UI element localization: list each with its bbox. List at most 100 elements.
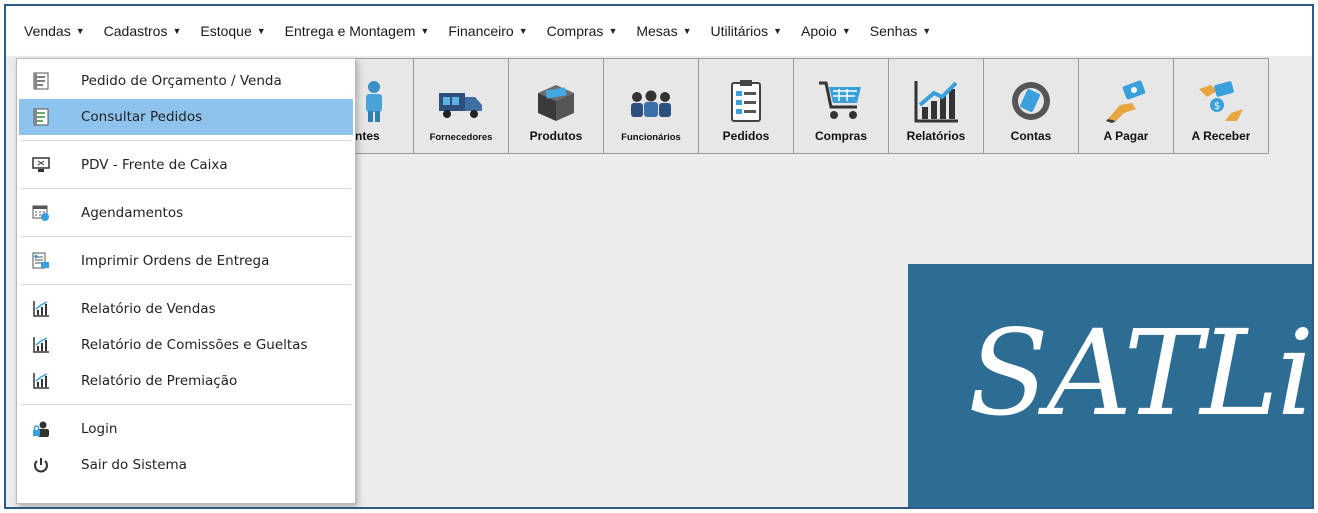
menu-item-login[interactable]: Login: [17, 411, 355, 447]
menu-item-label: Sair do Sistema: [81, 457, 187, 473]
menu-divider: [21, 404, 351, 405]
svg-text:$: $: [1214, 101, 1220, 112]
toolbar-label: Produtos: [529, 129, 583, 143]
menu-senhas[interactable]: Senhas ▼: [870, 23, 931, 39]
menu-financeiro[interactable]: Financeiro ▼: [448, 23, 527, 39]
toolbar-label: A Receber: [1191, 129, 1251, 143]
caret-down-icon: ▼: [682, 26, 692, 36]
person-icon: [355, 79, 403, 123]
menu-item-consultar-pedidos[interactable]: Consultar Pedidos: [19, 99, 353, 135]
caret-down-icon: ▼: [922, 26, 932, 36]
app-logo: SATLigh: [968, 304, 1313, 442]
toolbar-label: Contas: [1010, 129, 1052, 143]
login-icon: [31, 419, 51, 439]
cart-icon: [817, 79, 865, 123]
chart-icon: [912, 79, 960, 123]
calendar-icon: [31, 203, 51, 223]
menu-item-relatorio-premiacao[interactable]: Relatório de Premiação: [17, 363, 355, 399]
menu-item-label: PDV - Frente de Caixa: [81, 157, 228, 173]
toolbar-label: Funcionários: [621, 132, 681, 143]
toolbar-a-pagar-button[interactable]: A Pagar: [1078, 58, 1174, 154]
caret-down-icon: ▼: [420, 26, 430, 36]
report-chart-icon: [31, 335, 51, 355]
menu-entrega-montagem[interactable]: Entrega e Montagem ▼: [285, 23, 430, 39]
menu-item-label: Relatório de Comissões e Gueltas: [81, 337, 308, 353]
menu-label: Compras: [546, 23, 604, 39]
menu-item-label: Relatório de Premiação: [81, 373, 238, 389]
menu-item-imprimir-ordens[interactable]: Imprimir Ordens de Entrega: [17, 243, 355, 279]
menu-bar: Vendas ▼ Cadastros ▼ Estoque ▼ Entrega e Mo…: [6, 6, 1312, 56]
menu-estoque[interactable]: Estoque ▼: [200, 23, 265, 39]
menu-label: Vendas: [24, 23, 71, 39]
vendas-dropdown-menu: Pedido de Orçamento / Venda Consultar Pe…: [16, 58, 356, 504]
menu-compras[interactable]: Compras ▼: [547, 23, 618, 39]
menu-label: Senhas: [869, 23, 918, 39]
menu-utilitarios[interactable]: Utilitários ▼: [711, 23, 783, 39]
menu-item-relatorio-vendas[interactable]: Relatório de Vendas: [17, 291, 355, 327]
menu-mesas[interactable]: Mesas ▼: [636, 23, 691, 39]
pos-icon: [31, 155, 51, 175]
power-icon: [31, 455, 51, 475]
toolbar-label: Fornecedores: [429, 132, 493, 143]
toolbar: ntes Fornecedores Produtos Funcionários …: [344, 58, 1269, 154]
toolbar-a-receber-button[interactable]: $ A Receber: [1173, 58, 1269, 154]
menu-cadastros[interactable]: Cadastros ▼: [104, 23, 182, 39]
people-icon: [627, 82, 675, 126]
print-delivery-icon: [31, 251, 51, 271]
menu-item-label: Pedido de Orçamento / Venda: [81, 73, 282, 89]
menu-label: Entrega e Montagem: [284, 23, 416, 39]
menu-vendas[interactable]: Vendas ▼: [24, 23, 85, 39]
toolbar-label: Pedidos: [722, 129, 770, 143]
toolbar-produtos-button[interactable]: Produtos: [508, 58, 604, 154]
truck-icon: [437, 82, 485, 126]
menu-item-agendamentos[interactable]: Agendamentos: [17, 195, 355, 231]
menu-item-pedido-orcamento[interactable]: Pedido de Orçamento / Venda: [17, 63, 355, 99]
menu-item-label: Relatório de Vendas: [81, 301, 216, 317]
pay-icon: [1102, 79, 1150, 123]
caret-down-icon: ▼: [172, 26, 182, 36]
receive-icon: $: [1197, 79, 1245, 123]
menu-label: Utilitários: [710, 23, 769, 39]
app-window: Vendas ▼ Cadastros ▼ Estoque ▼ Entrega e Mo…: [4, 4, 1314, 509]
caret-down-icon: ▼: [75, 26, 85, 36]
caret-down-icon: ▼: [773, 26, 783, 36]
logo-panel: SATLigh: [908, 264, 1313, 507]
menu-item-label: Imprimir Ordens de Entrega: [81, 253, 270, 269]
coin-icon: [1007, 79, 1055, 123]
menu-item-label: Consultar Pedidos: [81, 109, 203, 125]
menu-item-relatorio-comissoes[interactable]: Relatório de Comissões e Gueltas: [17, 327, 355, 363]
menu-divider: [21, 236, 351, 237]
toolbar-label: Relatórios: [906, 129, 966, 143]
menu-divider: [21, 140, 351, 141]
menu-label: Financeiro: [448, 23, 514, 39]
toolbar-contas-button[interactable]: Contas: [983, 58, 1079, 154]
toolbar-relatorios-button[interactable]: Relatórios: [888, 58, 984, 154]
toolbar-compras-button[interactable]: Compras: [793, 58, 889, 154]
toolbar-label: A Pagar: [1103, 129, 1149, 143]
clipboard-icon: [722, 79, 770, 123]
menu-label: Apoio: [801, 23, 837, 39]
menu-divider: [21, 284, 351, 285]
menu-apoio[interactable]: Apoio ▼: [801, 23, 851, 39]
caret-down-icon: ▼: [841, 26, 851, 36]
toolbar-pedidos-button[interactable]: Pedidos: [698, 58, 794, 154]
toolbar-label: Compras: [814, 129, 867, 143]
menu-item-label: Login: [81, 421, 118, 437]
caret-down-icon: ▼: [608, 26, 618, 36]
report-chart-icon: [31, 371, 51, 391]
menu-label: Estoque: [200, 23, 252, 39]
menu-item-sair[interactable]: Sair do Sistema: [17, 447, 355, 483]
menu-label: Cadastros: [103, 23, 168, 39]
caret-down-icon: ▼: [256, 26, 266, 36]
menu-label: Mesas: [636, 23, 678, 39]
box-icon: [532, 79, 580, 123]
toolbar-funcionarios-button[interactable]: Funcionários: [603, 58, 699, 154]
menu-divider: [21, 188, 351, 189]
caret-down-icon: ▼: [518, 26, 528, 36]
menu-item-label: Agendamentos: [81, 205, 184, 221]
toolbar-fornecedores-button[interactable]: Fornecedores: [413, 58, 509, 154]
menu-item-pdv[interactable]: PDV - Frente de Caixa: [17, 147, 355, 183]
toolbar-label: ntes: [355, 129, 380, 143]
order-icon: [31, 71, 51, 91]
order-search-icon: [31, 107, 51, 127]
